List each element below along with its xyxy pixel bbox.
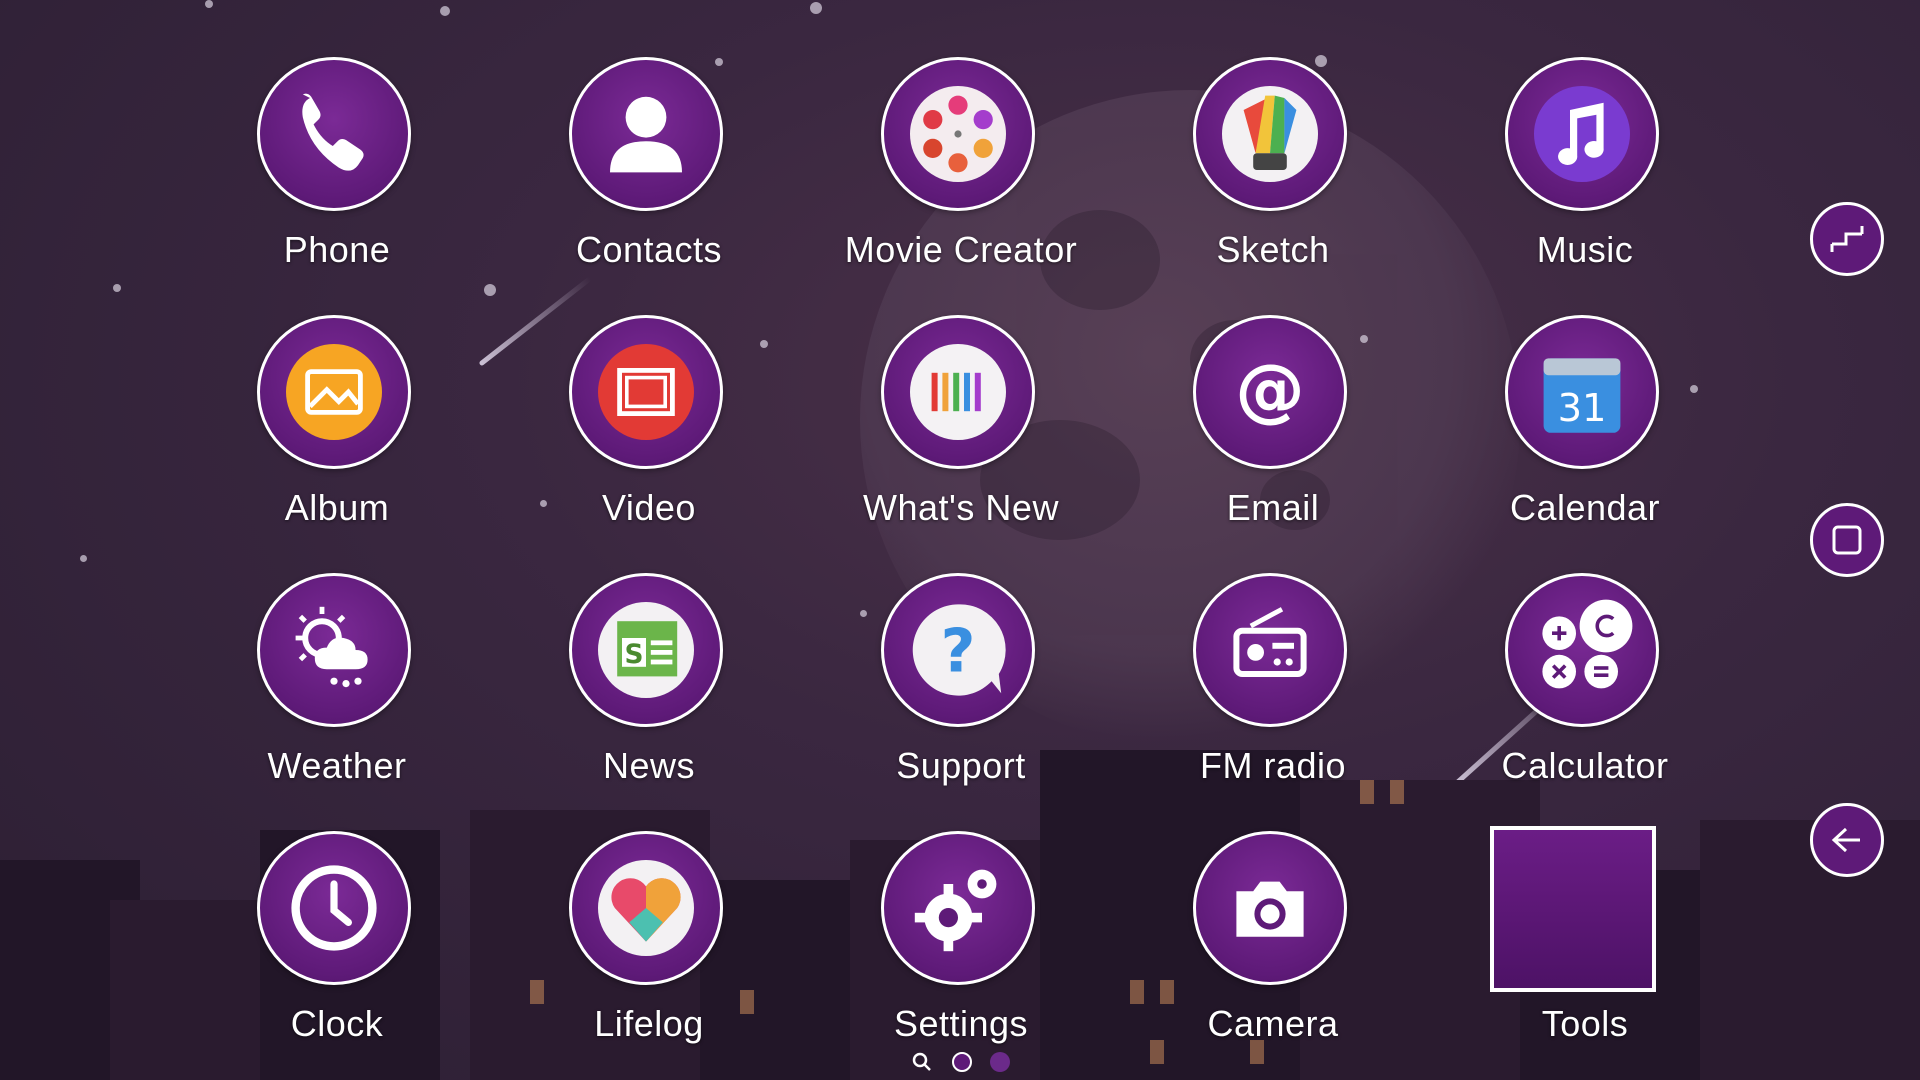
music-note-icon <box>1505 57 1659 211</box>
album-icon <box>257 315 411 469</box>
back-icon <box>1831 827 1860 853</box>
search-icon[interactable] <box>910 1050 934 1074</box>
app-label: Lifelog <box>594 1003 704 1044</box>
phone-icon <box>257 57 411 211</box>
app-label: FM radio <box>1199 745 1347 786</box>
back-button[interactable] <box>1810 803 1884 877</box>
app-label: Calendar <box>1509 487 1661 528</box>
weather-icon <box>257 573 411 727</box>
recent-apps-icon <box>1830 226 1864 252</box>
calendar-icon: 31 <box>1505 315 1659 469</box>
page-indicator-bar <box>0 1050 1920 1076</box>
app-label: Clock <box>290 1003 384 1044</box>
whats-new-icon <box>881 315 1035 469</box>
calculator-icon <box>1505 573 1659 727</box>
app-label: Album <box>284 487 390 528</box>
app-label: Contacts <box>575 229 723 270</box>
app-label: Music <box>1536 229 1634 270</box>
clock-icon <box>257 831 411 985</box>
heart-icon <box>569 831 723 985</box>
app-label: What's New <box>863 487 1059 528</box>
contacts-icon <box>569 57 723 211</box>
news-badge-text: S <box>624 639 643 670</box>
app-label: Camera <box>1207 1003 1339 1044</box>
film-reel-icon <box>881 57 1035 211</box>
app-label: Tools <box>1541 1003 1629 1044</box>
page-indicator-current[interactable] <box>952 1052 972 1072</box>
app-label: Support <box>896 745 1026 786</box>
video-icon <box>569 315 723 469</box>
home-icon <box>1832 525 1862 555</box>
recent-apps-button[interactable] <box>1810 202 1884 276</box>
app-label: Movie Creator <box>844 229 1078 270</box>
gear-icon <box>881 831 1035 985</box>
app-label: News <box>602 745 696 786</box>
svg-text:?: ? <box>941 617 976 687</box>
question-icon: ? <box>881 573 1035 727</box>
app-label: Settings <box>893 1003 1029 1044</box>
app-grid: Phone Contacts Movie Creator Sketch Musi… <box>0 0 1700 1080</box>
radio-icon <box>1193 573 1347 727</box>
at-sign-icon: @ <box>1193 315 1347 469</box>
calendar-day-text: 31 <box>1558 386 1607 431</box>
svg-text:@: @ <box>1235 350 1305 431</box>
app-label: Video <box>602 487 696 528</box>
camera-icon <box>1193 831 1347 985</box>
app-label: Phone <box>283 229 391 270</box>
folder-icon <box>1490 826 1656 992</box>
page-indicator[interactable] <box>990 1052 1010 1072</box>
home-button[interactable] <box>1810 503 1884 577</box>
app-label: Email <box>1226 487 1320 528</box>
app-label: Sketch <box>1216 229 1330 270</box>
news-icon: S <box>569 573 723 727</box>
app-label: Calculator <box>1501 745 1669 786</box>
app-label: Weather <box>267 745 407 786</box>
sketch-icon <box>1193 57 1347 211</box>
